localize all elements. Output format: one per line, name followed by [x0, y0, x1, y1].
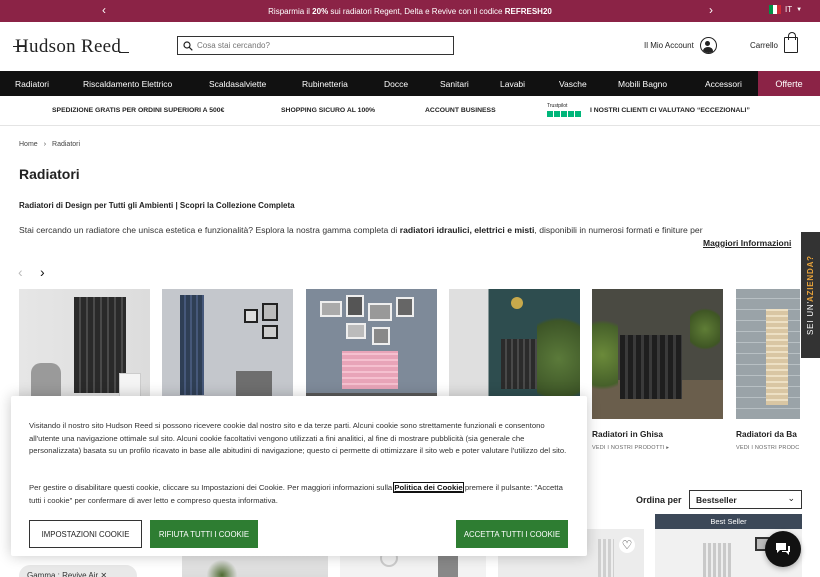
chevron-down-icon: ▼ [796, 6, 803, 13]
breadcrumb-separator: › [43, 141, 47, 148]
trustpilot-logo: Trustpilot [547, 103, 568, 109]
cookie-consent-dialog: Visitando il nostro sito Hudson Reed si … [11, 396, 587, 556]
accept-all-cookies-button[interactable]: ACCETTA TUTTI I COOKIE [456, 520, 568, 548]
cookie-text-manage: Per gestire o disabilitare questi cookie… [29, 482, 563, 505]
nav-item-radiatori[interactable]: Radiatori [15, 79, 49, 89]
search-input[interactable] [197, 41, 437, 50]
usp-business-account[interactable]: ACCOUNT BUSINESS [425, 107, 496, 114]
cart-label: Carrello [750, 40, 779, 50]
shopping-bag-icon [784, 32, 799, 53]
reject-all-cookies-button[interactable]: RIFIUTA TUTTI I COOKIE [150, 520, 258, 548]
page-title: Radiatori [19, 166, 80, 182]
carousel-prev-arrow[interactable]: ‹ [18, 264, 23, 280]
nav-item-offerte[interactable]: Offerte [758, 71, 820, 96]
breadcrumb: Home › Radiatori [19, 141, 80, 148]
category-products-link[interactable]: VEDI I NOSTRI PRODC [736, 445, 799, 451]
category-card[interactable] [736, 289, 800, 419]
category-products-link[interactable]: VEDI I NOSTRI PRODOTTI ▸ [592, 445, 669, 451]
search-icon [183, 40, 193, 51]
promo-next-arrow[interactable]: › [709, 3, 713, 17]
category-card[interactable] [592, 289, 723, 419]
breadcrumb-current: Radiatori [52, 141, 81, 148]
main-nav: Radiatori Riscaldamento Elettrico Scalda… [0, 71, 820, 96]
chevron-down-icon: ⌄ [787, 493, 795, 503]
sort-label: Ordina per [636, 495, 682, 505]
intro-text: Stai cercando un radiatore che unisca es… [19, 225, 703, 235]
nav-item-rubinetteria[interactable]: Rubinetteria [302, 79, 348, 89]
site-header: Hudson Reed Il Mio Account Carrello [0, 22, 820, 71]
nav-item-scaldasalviette[interactable]: Scaldasalviette [209, 79, 266, 89]
account-link[interactable]: Il Mio Account [644, 37, 717, 54]
promo-text: Risparmia il 20% sui radiatori Regent, D… [268, 6, 552, 16]
nav-item-accessori[interactable]: Accessori [705, 79, 742, 89]
page-subtitle: Radiatori di Design per Tutti gli Ambien… [19, 201, 295, 210]
breadcrumb-home[interactable]: Home [19, 141, 38, 148]
search-box[interactable] [177, 36, 454, 55]
language-code: IT [785, 5, 793, 14]
user-icon [699, 37, 717, 54]
nav-item-mobili-bagno[interactable]: Mobili Bagno [618, 79, 667, 89]
sort-select[interactable]: Bestseller ⌄ [689, 490, 802, 509]
trustpilot-rating-text: I NOSTRI CLIENTI CI VALUTANO “ECCEZIONAL… [590, 107, 750, 114]
business-side-tab[interactable]: SEI UN' AZIENDA? [801, 232, 820, 358]
carousel-next-arrow[interactable]: › [40, 264, 45, 280]
cookie-settings-button[interactable]: IMPOSTAZIONI COOKIE [29, 520, 142, 548]
language-selector[interactable]: IT ▼ [769, 5, 802, 14]
italy-flag-icon [769, 5, 781, 14]
heart-icon[interactable]: ♡ [619, 537, 635, 553]
filter-chip[interactable]: Gamma : Revive Air ✕ [19, 565, 137, 577]
hudson-reed-logo[interactable]: Hudson Reed [12, 36, 130, 58]
category-image [736, 289, 800, 419]
cart-link[interactable]: Carrello [750, 32, 799, 53]
category-image [592, 289, 723, 419]
nav-item-lavabi[interactable]: Lavabi [500, 79, 525, 89]
chat-icon[interactable] [765, 531, 801, 567]
cookie-text-main: Visitando il nostro sito Hudson Reed si … [29, 421, 567, 455]
category-label[interactable]: Radiatori in Ghisa [592, 429, 663, 439]
cookie-policy-link[interactable]: Politica dei Cookie [393, 482, 464, 493]
bestseller-badge: Best Seller [655, 514, 802, 529]
nav-item-sanitari[interactable]: Sanitari [440, 79, 469, 89]
nav-item-vasche[interactable]: Vasche [559, 79, 587, 89]
category-label[interactable]: Radiatori da Ba [736, 429, 797, 439]
nav-item-docce[interactable]: Docce [384, 79, 408, 89]
trustpilot-stars-icon [547, 111, 581, 117]
usp-free-shipping: SPEDIZIONE GRATIS PER ORDINI SUPERIORI A… [52, 107, 225, 114]
usp-bar: SPEDIZIONE GRATIS PER ORDINI SUPERIORI A… [0, 96, 820, 126]
account-label: Il Mio Account [644, 41, 694, 50]
promo-prev-arrow[interactable]: ‹ [102, 3, 106, 17]
promo-bar: ‹ Risparmia il 20% sui radiatori Regent,… [0, 0, 820, 22]
usp-secure-shopping: SHOPPING SICURO AL 100% [281, 107, 376, 114]
more-info-link[interactable]: Maggiori Informazioni [703, 238, 791, 248]
nav-item-riscaldamento-elettrico[interactable]: Riscaldamento Elettrico [83, 79, 172, 89]
